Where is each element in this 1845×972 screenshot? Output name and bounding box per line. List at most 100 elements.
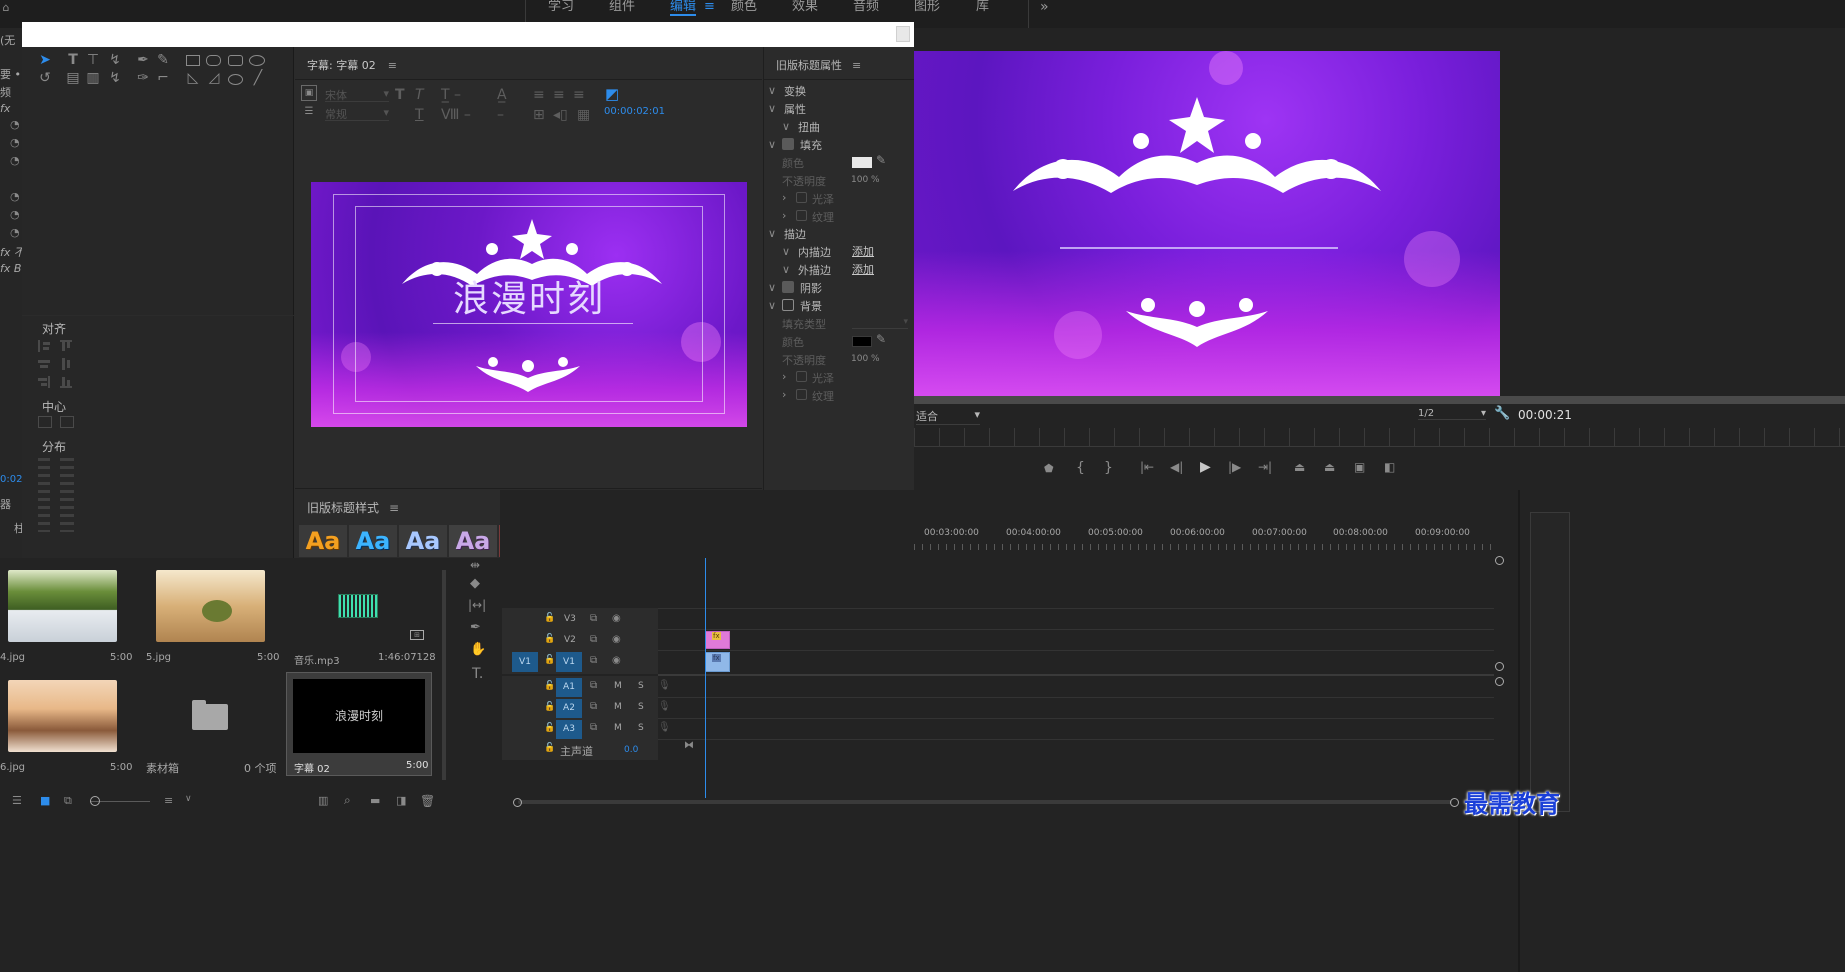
line-tool-icon[interactable]: ╱ (249, 69, 267, 87)
project-thumbnail-4-jpg[interactable] (8, 570, 117, 642)
tracking-icon[interactable]: – (497, 107, 504, 123)
sort-icon[interactable]: ≡ (164, 794, 173, 807)
kerning-icon[interactable]: Ⅷ – (441, 107, 471, 123)
step-back-icon[interactable]: ◀| (1170, 460, 1183, 474)
sheen-checkbox[interactable] (796, 192, 807, 203)
slider-handle[interactable] (90, 796, 100, 806)
fill-type-select[interactable]: ▾ (852, 317, 908, 329)
chevron-right-icon[interactable]: › (782, 191, 786, 204)
center-horizontal-button[interactable] (38, 416, 52, 428)
eyedropper-icon[interactable]: ✎ (876, 153, 886, 167)
lock-icon[interactable]: 🔓 (544, 655, 555, 665)
align-hcenter-button[interactable] (38, 358, 50, 370)
mute-button[interactable]: M (614, 702, 622, 712)
eye-icon[interactable]: ◉ (612, 634, 621, 645)
panel-menu-icon[interactable]: ≡ (389, 501, 399, 515)
vertical-path-type-tool-icon[interactable]: ↯ (106, 69, 124, 87)
mute-button[interactable]: M (614, 681, 622, 691)
show-background-video-icon[interactable]: ◩ (605, 85, 619, 103)
stopwatch-icon[interactable]: ◔ (10, 154, 20, 167)
find-icon[interactable]: ⌕ (344, 793, 351, 808)
style-swatch[interactable]: Aa (449, 525, 497, 557)
timeline-horizontal-scrollbar[interactable] (518, 800, 1452, 804)
source-patch-v1[interactable]: V1 (512, 652, 538, 672)
freeform-view-icon[interactable]: ⧉ (64, 794, 72, 808)
title-styles-tab[interactable]: 旧版标题样式 ≡ (307, 499, 399, 516)
vertical-type-tool-icon[interactable]: ⊤ (84, 51, 102, 69)
area-type-tool-icon[interactable]: ▤ (64, 69, 82, 87)
transform-section[interactable]: 变换 (784, 83, 806, 99)
eye-icon[interactable]: ◉ (612, 613, 621, 624)
chevron-down-icon[interactable]: ∨ (782, 245, 790, 258)
workspace-tab-editing[interactable]: 编辑 (670, 0, 697, 16)
leading-icon[interactable]: A̲ (497, 87, 507, 103)
eye-icon[interactable]: ◉ (612, 655, 621, 666)
style-swatch[interactable]: Aa (399, 525, 447, 557)
track-label-a3[interactable]: A3 (556, 720, 582, 739)
chevron-down-icon[interactable]: ∨ (768, 102, 776, 115)
type-tool-icon[interactable]: T. (472, 666, 483, 682)
lock-icon[interactable]: 🔓 (544, 723, 555, 733)
shadow-section[interactable]: 阴影 (800, 280, 822, 296)
align-text-left-icon[interactable]: ≡ (533, 87, 545, 103)
font-family-select[interactable]: 宋体 ▾ (325, 87, 389, 102)
solo-button[interactable]: S (638, 702, 644, 712)
icon-view-icon[interactable]: ■ (40, 794, 50, 807)
microphone-icon[interactable]: 🎙 (658, 701, 671, 712)
chevron-down-icon[interactable]: ∨ (768, 227, 776, 240)
italic-icon[interactable]: T (415, 87, 424, 103)
track-label-a2[interactable]: A2 (556, 699, 582, 718)
stopwatch-icon[interactable]: ◔ (10, 118, 20, 131)
track-height-handle[interactable] (1495, 677, 1504, 686)
play-icon[interactable]: ▶ (1200, 459, 1211, 475)
properties-tab[interactable]: 旧版标题属性 ≡ (776, 57, 861, 73)
bold-icon[interactable]: T (395, 87, 405, 103)
project-thumbnail-5-jpg[interactable] (156, 570, 265, 642)
clipped-rect-tool-icon[interactable] (228, 55, 243, 66)
timeline-scroll-handle[interactable] (1495, 556, 1504, 565)
bin-folder-icon[interactable] (192, 704, 228, 730)
align-top-button[interactable] (60, 340, 72, 352)
razor-tool-icon[interactable]: ◆ (470, 576, 480, 591)
master-volume-value[interactable]: 0.0 (624, 745, 638, 755)
chevron-down-icon[interactable]: ∨ (782, 120, 790, 133)
timeline-ruler-ticks[interactable] (914, 544, 1496, 550)
bg-sheen-checkbox[interactable] (796, 371, 807, 382)
chevron-right-icon[interactable]: › (782, 388, 786, 401)
add-marker-icon[interactable]: ⬟ (1044, 462, 1054, 475)
resolution-select[interactable]: 1/2 ▾ (1418, 408, 1486, 420)
track-height-handle[interactable] (1495, 662, 1504, 671)
sync-lock-icon[interactable]: ⧉ (590, 722, 597, 733)
background-section[interactable]: 背景 (800, 298, 822, 314)
convert-anchor-tool-icon[interactable]: ⌐ (154, 69, 172, 87)
add-inner-stroke-link[interactable]: 添加 (852, 243, 874, 259)
monitor-scrollbar[interactable] (914, 396, 1845, 404)
playhead[interactable] (705, 558, 706, 798)
panel-menu-icon[interactable]: ≡ (852, 59, 861, 72)
list-view-icon[interactable]: ☰ (12, 794, 22, 807)
attributes-section[interactable]: 属性 (784, 101, 806, 117)
dialog-close-button[interactable] (896, 26, 910, 42)
align-left-button[interactable] (38, 340, 50, 352)
delete-anchor-tool-icon[interactable]: ✑ (134, 69, 152, 87)
extract-icon[interactable]: ⏏ (1324, 460, 1335, 474)
slip-tool-icon[interactable]: |↔| (468, 598, 486, 612)
sync-lock-icon[interactable]: ⧉ (590, 655, 597, 666)
style-swatch[interactable]: Aa (349, 525, 397, 557)
comparison-view-icon[interactable]: ◧ (1384, 460, 1395, 474)
chevron-down-icon[interactable]: ∨ (768, 299, 776, 312)
automate-to-sequence-icon[interactable]: ▥ (318, 794, 328, 807)
rounded-rect-tool-icon[interactable] (206, 55, 221, 66)
type-tool-icon[interactable]: T (64, 51, 82, 69)
home-icon[interactable]: ⌂ (0, 0, 12, 14)
hand-tool-icon[interactable]: ✋ (470, 642, 486, 657)
fill-checkbox[interactable] (782, 138, 794, 150)
fill-section[interactable]: 填充 (800, 137, 822, 153)
ellipse-tool-icon[interactable] (249, 55, 265, 66)
arc-tool-icon[interactable]: ◿ (205, 69, 223, 87)
chevron-down-icon[interactable]: ∨ (768, 281, 776, 294)
ellipse2-tool-icon[interactable] (228, 74, 243, 85)
new-item-icon[interactable]: ◨ (396, 794, 406, 807)
underline-icon[interactable]: T (415, 107, 424, 123)
stopwatch-icon[interactable]: ◔ (10, 190, 20, 203)
